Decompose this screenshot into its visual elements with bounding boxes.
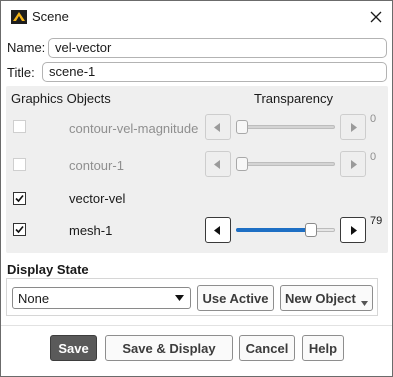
transparency-value: 0 — [370, 113, 377, 125]
save-button[interactable]: Save — [50, 335, 97, 361]
transparency-slider-fill — [236, 228, 311, 232]
transparency-value: 0 — [370, 151, 377, 163]
transparency-increase-button[interactable] — [340, 217, 366, 243]
object-checkbox-contour-vel-magnitude[interactable] — [13, 120, 26, 133]
right-arrow-icon — [351, 225, 357, 235]
new-object-label: New Object — [285, 290, 356, 306]
scene-dialog: Scene Name: vel-vector Title: scene-1 Gr… — [0, 0, 393, 377]
display-state-selected: None — [18, 291, 50, 306]
transparency-slider-thumb[interactable] — [305, 223, 317, 237]
name-field[interactable]: vel-vector — [48, 38, 387, 58]
transparency-header: Transparency — [254, 91, 333, 106]
window-title: Scene — [32, 9, 69, 24]
checkmark-icon — [15, 194, 24, 203]
title-bar[interactable]: Scene — [1, 1, 392, 33]
transparency-increase-button[interactable] — [340, 151, 366, 177]
right-arrow-icon — [351, 122, 357, 132]
transparency-value: 79 — [370, 215, 383, 227]
footer-separator — [1, 325, 392, 326]
display-state-select[interactable]: None — [12, 287, 191, 309]
transparency-increase-button[interactable] — [340, 114, 366, 140]
left-arrow-icon — [214, 159, 220, 169]
display-state-title: Display State — [7, 262, 89, 277]
transparency-decrease-button[interactable] — [205, 151, 231, 177]
title-field[interactable]: scene-1 — [42, 62, 387, 82]
ansys-logo-icon — [11, 10, 27, 24]
transparency-decrease-button[interactable] — [205, 217, 231, 243]
transparency-slider-thumb[interactable] — [236, 157, 248, 171]
checkmark-icon — [15, 225, 24, 234]
object-name-contour-1: contour-1 — [69, 158, 124, 173]
use-active-button[interactable]: Use Active — [197, 285, 274, 311]
transparency-slider-thumb[interactable] — [236, 120, 248, 134]
save-display-button[interactable]: Save & Display — [105, 335, 233, 361]
right-arrow-icon — [351, 159, 357, 169]
dropdown-arrow-icon — [361, 301, 368, 306]
name-label: Name: — [7, 40, 46, 55]
object-name-vector-vel: vector-vel — [69, 191, 126, 206]
chevron-down-icon — [175, 295, 184, 301]
transparency-slider-track[interactable] — [236, 162, 335, 166]
left-arrow-icon — [214, 225, 220, 235]
object-checkbox-mesh-1[interactable] — [13, 223, 26, 236]
transparency-decrease-button[interactable] — [205, 114, 231, 140]
graphics-objects-header: Graphics Objects — [11, 91, 111, 106]
left-arrow-icon — [214, 122, 220, 132]
transparency-slider-track[interactable] — [236, 125, 335, 129]
close-icon[interactable] — [363, 5, 389, 29]
object-checkbox-contour-1[interactable] — [13, 158, 26, 171]
help-button[interactable]: Help — [302, 335, 344, 361]
new-object-button[interactable]: New Object — [280, 285, 373, 311]
cancel-button[interactable]: Cancel — [239, 335, 295, 361]
object-name-contour-vel-magnitude: contour-vel-magnitude — [69, 121, 199, 136]
title-label: Title: — [7, 65, 35, 80]
object-name-mesh-1: mesh-1 — [69, 223, 113, 238]
object-checkbox-vector-vel[interactable] — [13, 192, 26, 205]
